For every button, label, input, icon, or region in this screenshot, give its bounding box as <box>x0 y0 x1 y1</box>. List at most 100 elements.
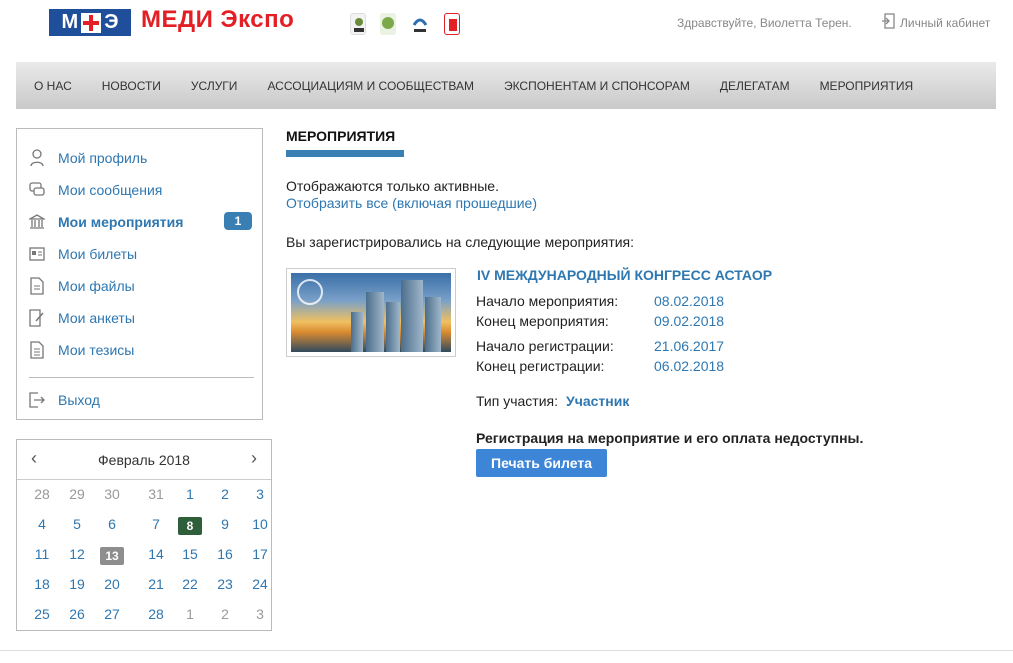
event-start-label: Начало мероприятия: <box>476 293 619 309</box>
calendar-day[interactable]: 1 <box>178 486 202 502</box>
calendar-day[interactable]: 1 <box>178 606 202 622</box>
participation-type-label: Тип участия: <box>476 393 559 409</box>
logo-text[interactable]: МЕДИ Экспо <box>141 6 294 34</box>
calendar-day[interactable]: 6 <box>100 516 124 532</box>
sidebar-item-label: Мои сообщения <box>58 182 163 198</box>
calendar-day[interactable]: 17 <box>248 546 272 562</box>
sidebar-item-messages[interactable]: Мои сообщения <box>29 181 162 199</box>
logo-letter-e: Э <box>104 11 119 33</box>
calendar-day[interactable]: 13 <box>100 547 124 565</box>
calendar-day[interactable]: 14 <box>144 546 168 562</box>
cabinet-link[interactable]: Личный кабинет <box>881 13 990 32</box>
calendar-day[interactable]: 4 <box>30 516 54 532</box>
event-start-value: 08.02.2018 <box>654 293 725 309</box>
calendar-day[interactable]: 11 <box>30 546 54 562</box>
sidebar-item-label: Выход <box>58 392 100 408</box>
calendar-day[interactable]: 27 <box>100 606 124 622</box>
calendar-day[interactable]: 2 <box>213 486 237 502</box>
sidebar-item-label: Мои файлы <box>58 278 135 294</box>
greeting-text: Здравствуйте, Виолетта Терен. <box>677 16 852 30</box>
nav-item-services[interactable]: УСЛУГИ <box>191 79 238 93</box>
calendar-day[interactable]: 8 <box>178 517 202 535</box>
calendar-day[interactable]: 26 <box>65 606 89 622</box>
sidebar-item-profile[interactable]: Мой профиль <box>29 149 147 167</box>
ufi-icon <box>350 13 366 35</box>
show-all-link[interactable]: Отобразить все (включая прошедшие) <box>286 195 537 211</box>
account-sidebar: Мой профиль Мои сообщения Мои мероприяти… <box>16 128 263 420</box>
sidebar-divider <box>29 377 254 378</box>
user-icon <box>29 149 45 167</box>
calendar-day[interactable]: 19 <box>65 576 89 592</box>
active-note: Отображаются только активные. <box>286 178 499 194</box>
calendar-day[interactable]: 5 <box>65 516 89 532</box>
event-title[interactable]: IV МЕЖДУНАРОДНЫЙ КОНГРЕСС АСТАОР <box>477 267 772 283</box>
calendar-day[interactable]: 7 <box>144 516 168 532</box>
event-end-value: 09.02.2018 <box>654 313 725 329</box>
sidebar-item-forms[interactable]: Мои анкеты <box>29 309 135 327</box>
ticket-icon <box>29 245 45 263</box>
login-icon <box>881 13 895 32</box>
sidebar-item-label: Мои мероприятия <box>58 214 184 230</box>
reg-end-label: Конец регистрации: <box>476 358 605 374</box>
calendar-day[interactable]: 28 <box>30 486 54 502</box>
calendar-day[interactable]: 23 <box>213 576 237 592</box>
sidebar-item-logout[interactable]: Выход <box>29 391 100 409</box>
nav-item-events[interactable]: МЕРОПРИЯТИЯ <box>820 79 914 93</box>
medical-cross-icon <box>81 12 102 33</box>
calendar-day[interactable]: 21 <box>144 576 168 592</box>
calendar-day[interactable]: 3 <box>248 606 272 622</box>
print-ticket-button[interactable]: Печать билета <box>476 449 607 477</box>
reg-start-label: Начало регистрации: <box>476 338 614 354</box>
calendar: ‹ Февраль 2018 › 28 29 30 31 1 2 3 4 5 6 7 8 9 10 11 12… <box>16 439 272 631</box>
nav-item-exhibitors[interactable]: ЭКСПОНЕНТАМ И СПОНСОРАМ <box>504 79 690 93</box>
sidebar-item-theses[interactable]: Мои тезисы <box>29 341 134 359</box>
nav-item-news[interactable]: НОВОСТИ <box>102 79 161 93</box>
sidebar-item-tickets[interactable]: Мои билеты <box>29 245 137 263</box>
sidebar-item-label: Мои анкеты <box>58 310 135 326</box>
calendar-day[interactable]: 30 <box>100 486 124 502</box>
calendar-day[interactable]: 18 <box>30 576 54 592</box>
main-nav: О НАС НОВОСТИ УСЛУГИ АССОЦИАЦИЯМ И СООБЩ… <box>16 62 996 109</box>
partner-red-icon <box>444 13 460 35</box>
calendar-day[interactable]: 12 <box>65 546 89 562</box>
calendar-day[interactable]: 16 <box>213 546 237 562</box>
calendar-header: ‹ Февраль 2018 › <box>17 440 271 480</box>
calendar-day[interactable]: 24 <box>248 576 272 592</box>
calendar-day[interactable]: 3 <box>248 486 272 502</box>
building-icon <box>29 213 45 231</box>
participation-type-value: Участник <box>566 393 630 409</box>
calendar-month: Февраль 2018 <box>98 452 190 468</box>
partner-blue-icon <box>412 13 428 35</box>
calendar-day[interactable]: 9 <box>213 516 237 532</box>
form-icon <box>29 309 45 327</box>
sidebar-item-files[interactable]: Мои файлы <box>29 277 135 295</box>
calendar-day[interactable]: 10 <box>248 516 272 532</box>
cabinet-label: Личный кабинет <box>900 15 991 30</box>
partner-green-icon <box>380 13 396 35</box>
logout-icon <box>29 391 45 409</box>
calendar-day[interactable]: 25 <box>30 606 54 622</box>
logo-mark[interactable]: М Э <box>49 9 131 36</box>
sidebar-item-label: Мой профиль <box>58 150 148 166</box>
chevron-right-icon[interactable]: › <box>251 448 257 469</box>
calendar-day[interactable]: 22 <box>178 576 202 592</box>
event-thumbnail[interactable] <box>286 268 456 357</box>
sidebar-item-label: Мои тезисы <box>58 342 135 358</box>
page-title: МЕРОПРИЯТИЯ <box>286 128 396 144</box>
nav-item-about[interactable]: О НАС <box>34 79 72 93</box>
nav-item-associations[interactable]: АССОЦИАЦИЯМ И СООБЩЕСТВАМ <box>267 79 474 93</box>
registration-unavailable-note: Регистрация на мероприятие и его оплата … <box>476 430 864 446</box>
calendar-day[interactable]: 2 <box>213 606 237 622</box>
reg-end-value: 06.02.2018 <box>654 358 725 374</box>
sidebar-item-label: Мои билеты <box>58 246 138 262</box>
footer-divider <box>0 650 1013 651</box>
calendar-day[interactable]: 20 <box>100 576 124 592</box>
registered-text: Вы зарегистрировались на следующие мероп… <box>286 234 635 250</box>
nav-item-delegates[interactable]: ДЕЛЕГАТАМ <box>720 79 790 93</box>
document-icon <box>29 341 45 359</box>
sidebar-item-events[interactable]: Мои мероприятия <box>29 213 183 231</box>
calendar-day[interactable]: 15 <box>178 546 202 562</box>
calendar-day[interactable]: 29 <box>65 486 89 502</box>
calendar-day[interactable]: 28 <box>144 606 168 622</box>
calendar-day[interactable]: 31 <box>144 486 168 502</box>
